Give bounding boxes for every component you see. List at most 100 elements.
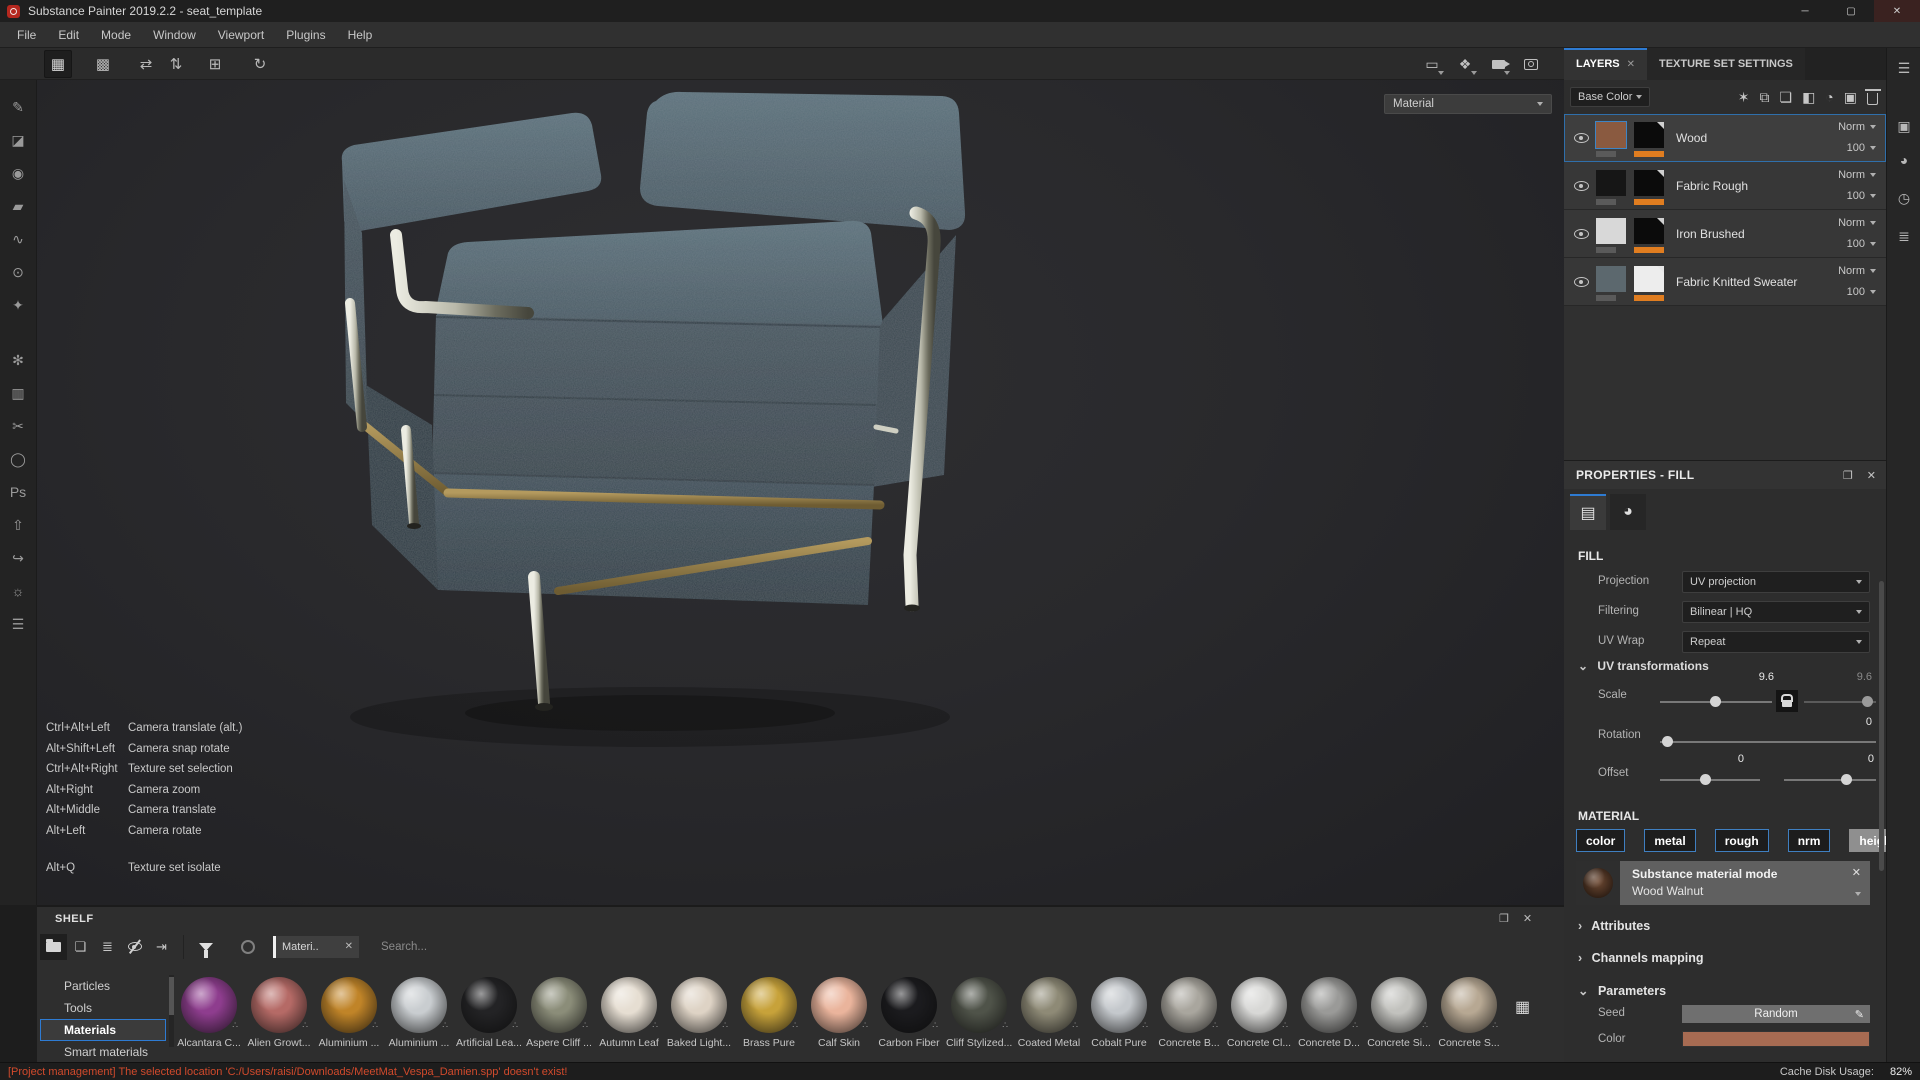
- toolbar-icon[interactable]: ⊞: [201, 50, 229, 78]
- visibility-eye-icon[interactable]: [1574, 277, 1589, 287]
- layer-row[interactable]: Fabric Knitted Sweater Norm 100: [1564, 258, 1886, 306]
- color-swatch[interactable]: [1682, 1031, 1870, 1047]
- material-sphere[interactable]: [1091, 977, 1147, 1033]
- material-sphere[interactable]: [1371, 977, 1427, 1033]
- tool-button[interactable]: ◉: [5, 160, 31, 186]
- material-tile[interactable]: ∴ Artificial Lea...: [456, 973, 522, 1049]
- layers-toolbar-icon[interactable]: ✶: [1738, 89, 1750, 106]
- delete-layer-icon[interactable]: [1867, 93, 1878, 105]
- tool-button[interactable]: ◯: [5, 446, 31, 472]
- tool-button[interactable]: ⊙: [5, 259, 31, 285]
- tool-button[interactable]: ☼: [5, 578, 31, 604]
- material-tile[interactable]: ∴ Cobalt Pure: [1086, 973, 1152, 1049]
- panel-tab[interactable]: TEXTURE SET SETTINGS ✕: [1647, 48, 1805, 80]
- material-tile[interactable]: ∴ Concrete Cl...: [1226, 973, 1292, 1049]
- blend-mode-dropdown[interactable]: Norm: [1838, 121, 1876, 133]
- material-sphere[interactable]: [811, 977, 867, 1033]
- material-sphere[interactable]: [1161, 977, 1217, 1033]
- layer-mask-thumbnail[interactable]: [1634, 266, 1664, 292]
- shelf-filter-button[interactable]: [192, 934, 219, 960]
- layers-toolbar-icon[interactable]: ▣: [1844, 89, 1857, 106]
- close-button[interactable]: ✕: [1874, 0, 1920, 22]
- side-strip-icon[interactable]: ☰: [1887, 56, 1920, 80]
- substance-material-mode-box[interactable]: Substance material mode Wood Walnut ✕: [1576, 861, 1870, 905]
- grid-view-icon[interactable]: ▦: [1515, 997, 1530, 1017]
- shelf-category[interactable]: Smart materials: [40, 1041, 166, 1063]
- popout-icon[interactable]: ❐: [1499, 912, 1509, 925]
- channel-button[interactable]: metal: [1644, 829, 1695, 852]
- layer-row[interactable]: Iron Brushed Norm 100: [1564, 210, 1886, 258]
- close-icon[interactable]: ✕: [1867, 469, 1876, 482]
- material-sphere[interactable]: [321, 977, 377, 1033]
- side-strip-icon[interactable]: ◕: [1887, 148, 1920, 172]
- channel-button[interactable]: nrm: [1788, 829, 1831, 852]
- material-tile[interactable]: ∴ Cliff Stylized...: [946, 973, 1012, 1049]
- layer-thumbnail[interactable]: [1596, 266, 1626, 292]
- blend-mode-dropdown[interactable]: Norm: [1838, 217, 1876, 229]
- viewport-3d[interactable]: Material Ctrl+Alt+Left Camera translate …: [37, 80, 1564, 905]
- uvwrap-dropdown[interactable]: Repeat: [1682, 631, 1870, 653]
- scale-slider[interactable]: [1660, 701, 1772, 703]
- material-tile[interactable]: ∴ Alcantara C...: [176, 973, 242, 1049]
- material-sphere[interactable]: [1301, 977, 1357, 1033]
- toolbar-icon[interactable]: ⇅: [162, 50, 190, 78]
- tool-button[interactable]: ☰: [5, 611, 31, 637]
- side-strip-icon[interactable]: ▣: [1887, 114, 1920, 138]
- shelf-category[interactable]: Tools: [40, 997, 166, 1019]
- uv-transformations-header[interactable]: ⌄ UV transformations: [1578, 659, 1709, 673]
- material-sphere[interactable]: [251, 977, 307, 1033]
- material-tile[interactable]: ∴ Concrete B...: [1156, 973, 1222, 1049]
- side-strip-icon[interactable]: ◷: [1887, 186, 1920, 210]
- material-tile[interactable]: ∴ Autumn Leaf: [596, 973, 662, 1049]
- shelf-new-resource-button[interactable]: ❏: [67, 934, 94, 960]
- tool-button[interactable]: ↪: [5, 545, 31, 571]
- layer-mask-thumbnail[interactable]: [1634, 122, 1664, 148]
- material-sphere[interactable]: [1441, 977, 1497, 1033]
- tool-button[interactable]: ✂: [5, 413, 31, 439]
- layers-toolbar-icon[interactable]: ❏: [1780, 89, 1793, 106]
- close-icon[interactable]: ✕: [1523, 912, 1532, 925]
- toolbar-icon[interactable]: ▦: [44, 50, 72, 78]
- camera-icon[interactable]: [1486, 52, 1510, 76]
- layers-toolbar-icon[interactable]: ⧉: [1760, 89, 1770, 106]
- render-mode-icon[interactable]: ❖: [1453, 52, 1477, 76]
- layer-row[interactable]: Wood Norm 100: [1564, 114, 1886, 162]
- material-tile[interactable]: ∴ Calf Skin: [806, 973, 872, 1049]
- layer-thumbnail[interactable]: [1596, 122, 1626, 148]
- layers-toolbar-icon[interactable]: ◔: [1825, 89, 1833, 105]
- tool-button[interactable]: ▰: [5, 193, 31, 219]
- substance-mode-value[interactable]: Wood Walnut: [1632, 884, 1703, 898]
- opacity-dropdown[interactable]: 100: [1847, 238, 1876, 250]
- channel-filter-dropdown[interactable]: Base Color: [1570, 87, 1650, 107]
- toolbar-icon[interactable]: ⇄: [132, 50, 160, 78]
- viewport-material-dropdown[interactable]: Material: [1384, 94, 1552, 114]
- material-sphere[interactable]: [881, 977, 937, 1033]
- material-tile[interactable]: ∴ Brass Pure: [736, 973, 802, 1049]
- filter-chip[interactable]: Materi.. ✕: [273, 936, 359, 958]
- shelf-hide-button[interactable]: [121, 934, 148, 960]
- layer-mask-thumbnail[interactable]: [1634, 170, 1664, 196]
- tool-button[interactable]: ✻: [5, 347, 31, 373]
- filtering-dropdown[interactable]: Bilinear | HQ: [1682, 601, 1870, 623]
- projection-dropdown[interactable]: UV projection: [1682, 571, 1870, 593]
- side-strip-icon[interactable]: ≣: [1887, 224, 1920, 248]
- blend-mode-dropdown[interactable]: Norm: [1838, 169, 1876, 181]
- visibility-eye-icon[interactable]: [1574, 181, 1589, 191]
- layer-mask-thumbnail[interactable]: [1634, 218, 1664, 244]
- menu-item[interactable]: Mode: [90, 22, 142, 48]
- opacity-dropdown[interactable]: 100: [1847, 190, 1876, 202]
- seed-random-button[interactable]: Random ✎: [1682, 1005, 1870, 1023]
- material-tile[interactable]: ∴ Baked Light...: [666, 973, 732, 1049]
- material-sphere[interactable]: [531, 977, 587, 1033]
- menu-item[interactable]: Window: [142, 22, 207, 48]
- tool-button[interactable]: ◪: [5, 127, 31, 153]
- popout-icon[interactable]: ❐: [1843, 469, 1853, 482]
- tool-button[interactable]: ✦: [5, 292, 31, 318]
- channel-button[interactable]: rough: [1715, 829, 1769, 852]
- category-scrollbar[interactable]: [169, 975, 174, 1047]
- properties-scrollbar[interactable]: [1879, 581, 1884, 871]
- tool-button[interactable]: Ps: [5, 479, 31, 505]
- properties-tab-fill[interactable]: ▤: [1570, 494, 1606, 530]
- menu-item[interactable]: Help: [337, 22, 384, 48]
- section-parameters[interactable]: ⌄ Parameters: [1578, 983, 1666, 998]
